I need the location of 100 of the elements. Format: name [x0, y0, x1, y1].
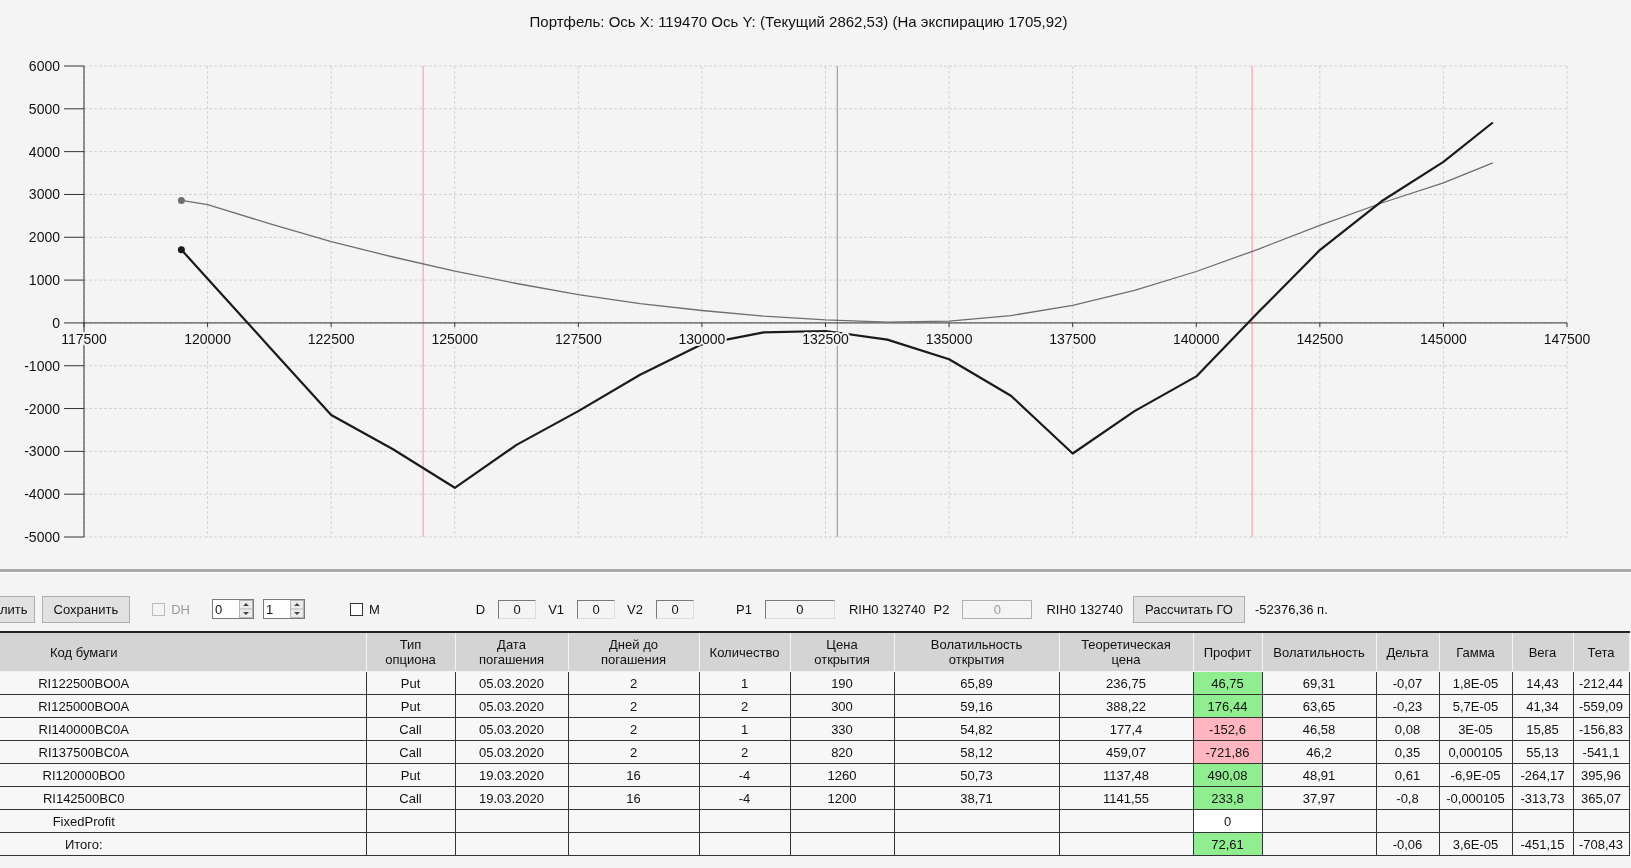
- table-cell: Call: [399, 790, 422, 806]
- table-cell: -0,06: [1392, 836, 1423, 852]
- column-header: Дата погашения: [478, 637, 545, 667]
- table-cell: 1200: [827, 790, 857, 806]
- number-spinner[interactable]: 1: [262, 599, 305, 619]
- tick-label: 137500: [1049, 330, 1097, 347]
- tick-label: 125000: [431, 330, 479, 347]
- table-cell: 63,65: [1302, 698, 1336, 714]
- column-header: Вега: [1528, 644, 1557, 660]
- info-text: RIH0 132740: [1046, 601, 1124, 617]
- button[interactable]: Рассчитать ГО: [1133, 595, 1245, 623]
- tick-label: 5000: [28, 100, 60, 117]
- table-cell: 16: [626, 790, 641, 806]
- tick-label: 145000: [1420, 330, 1467, 347]
- table-cell: 55,13: [1526, 744, 1559, 760]
- table-cell: 38,71: [960, 790, 993, 806]
- column-header: Волатильность открытия: [930, 637, 1023, 667]
- table-cell: 1260: [827, 767, 857, 783]
- table-cell: RI140000BC0A: [38, 721, 129, 737]
- table-cell: 459,07: [1106, 744, 1146, 760]
- input-field[interactable]: 0: [656, 599, 694, 619]
- table-cell: 58,12: [960, 744, 993, 760]
- table-cell: -212,44: [1578, 675, 1624, 691]
- column-header: Дней до погашения: [600, 637, 667, 667]
- table-cell: -0,23: [1392, 698, 1423, 714]
- table-cell: -0,07: [1392, 675, 1423, 691]
- field-label: P1: [736, 601, 752, 617]
- table-cell: 0,000105: [1448, 744, 1503, 760]
- table-cell: 16: [626, 767, 641, 783]
- table-cell: 1: [740, 675, 749, 691]
- table-cell: RI120000BO0: [42, 767, 125, 783]
- checkbox-label: DH: [171, 601, 190, 617]
- tick-label: 140000: [1172, 330, 1220, 347]
- column-header: Количество: [709, 644, 780, 660]
- table-cell: Call: [399, 721, 422, 737]
- tick-label: 6000: [28, 58, 60, 74]
- tick-label: 130000: [678, 330, 726, 347]
- table-cell: -0,8: [1396, 790, 1419, 806]
- tick-label: 2000: [28, 229, 60, 246]
- tick-label: -2000: [24, 400, 60, 417]
- table-cell: -4: [738, 790, 751, 806]
- column-header: Волатильность: [1273, 644, 1365, 660]
- table-cell: Put: [400, 675, 421, 691]
- tick-label: 3000: [28, 186, 60, 203]
- tick-label: -1000: [24, 357, 60, 374]
- tick-label: 147500: [1543, 330, 1591, 347]
- table-cell: 330: [831, 721, 853, 737]
- table-cell: 236,75: [1106, 675, 1146, 691]
- input-field[interactable]: 0: [764, 599, 835, 619]
- table-cell: -4: [738, 767, 751, 783]
- table-cell: 177,4: [1109, 721, 1143, 737]
- input-field[interactable]: 0: [577, 599, 616, 619]
- table-cell: 190: [831, 675, 853, 691]
- number-spinner[interactable]: 0: [211, 599, 254, 619]
- table-cell: 388,22: [1106, 698, 1146, 714]
- info-text: -52376,36 п.: [1254, 601, 1328, 617]
- column-header: Тета: [1587, 644, 1615, 660]
- table-cell: -541,1: [1582, 744, 1620, 760]
- button[interactable]: лить: [0, 595, 35, 623]
- tick-label: 127500: [554, 330, 602, 347]
- table-cell: 0,35: [1394, 744, 1421, 760]
- table-cell: 50,73: [960, 767, 993, 783]
- table-cell: -0,000105: [1446, 790, 1505, 806]
- checkbox[interactable]: [349, 602, 363, 616]
- table-cell: 0,08: [1394, 721, 1421, 737]
- table-cell: 2: [629, 698, 638, 714]
- table-cell: 2: [740, 698, 749, 714]
- input-field[interactable]: 0: [498, 599, 537, 619]
- tick-label: 120000: [184, 330, 231, 347]
- table-cell: 1141,55: [1103, 790, 1149, 806]
- table-cell: 65,89: [960, 675, 993, 691]
- table-cell: 2: [629, 721, 638, 737]
- tick-label: 1000: [28, 272, 60, 289]
- checkbox-label: M: [368, 601, 380, 617]
- column-header: Профит: [1203, 644, 1252, 660]
- tick-label: 122500: [307, 330, 355, 347]
- table-cell: -156,83: [1578, 721, 1624, 737]
- tick-label: 4000: [28, 143, 60, 160]
- table-cell: 1,8E-05: [1452, 675, 1499, 691]
- spin-arrows-icon[interactable]: [238, 600, 253, 618]
- table-cell: 14,43: [1526, 675, 1559, 691]
- table-cell: 5,7E-05: [1452, 698, 1499, 714]
- table-cell: 0,61: [1394, 767, 1421, 783]
- field-label: D: [475, 601, 486, 617]
- table-cell: 1137,48: [1103, 767, 1149, 783]
- tick-label: -5000: [24, 529, 60, 545]
- table-cell: 46,58: [1302, 721, 1336, 737]
- table-cell: 820: [831, 744, 853, 760]
- table-cell: RI137500BC0A: [38, 744, 129, 760]
- button[interactable]: Сохранить: [41, 595, 131, 623]
- table-cell: Итого:: [64, 836, 103, 852]
- table-cell: -708,43: [1578, 836, 1624, 852]
- spin-arrows-icon[interactable]: [289, 600, 304, 618]
- table-cell: 54,82: [960, 721, 993, 737]
- table-cell: 15,85: [1526, 721, 1559, 737]
- column-header: Гамма: [1456, 644, 1495, 660]
- table-cell: 365,07: [1581, 790, 1621, 806]
- field-label: P2: [933, 601, 950, 617]
- table-cell: 3,6E-05: [1452, 836, 1499, 852]
- table-cell: 05.03.2020: [478, 744, 545, 760]
